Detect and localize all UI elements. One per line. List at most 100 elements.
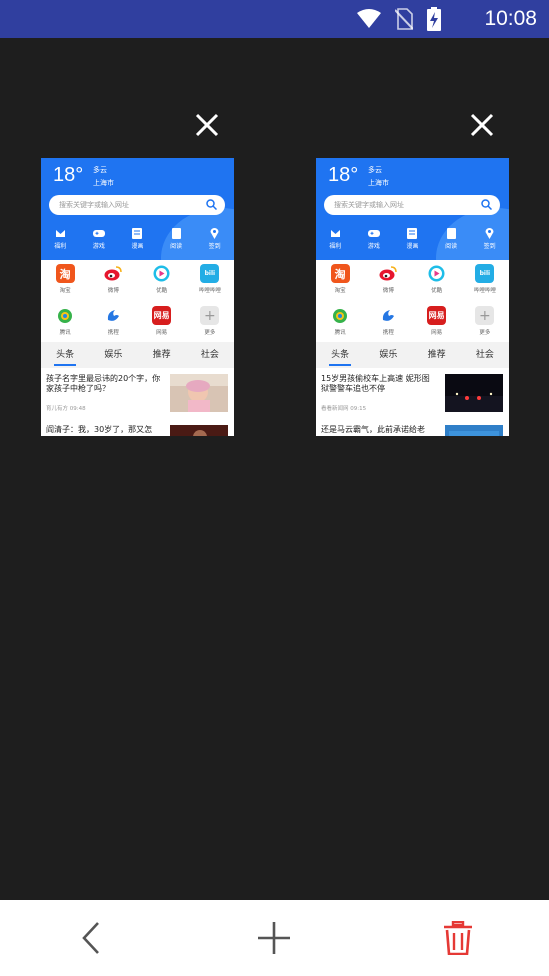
book-icon <box>171 227 181 239</box>
gamepad-icon <box>367 229 380 237</box>
ctrip-icon <box>103 306 123 325</box>
news-thumbnail <box>170 374 228 412</box>
close-icon <box>195 113 219 137</box>
gift-icon <box>330 229 340 237</box>
quick-link-label: 漫画 <box>131 243 144 250</box>
quick-link-label: 漫画 <box>406 243 419 250</box>
app-youku[interactable]: 优酷 <box>413 262 461 300</box>
location-pin-icon <box>485 228 494 239</box>
app-label: 哔哩哔哩 <box>473 288 496 294</box>
delete-all-icon <box>444 921 472 955</box>
no-sim-icon <box>395 8 413 30</box>
news-item[interactable]: 阎清子：我，30岁了，那又怎 <box>41 423 234 436</box>
news-meta: 育儿有方 09:48 <box>46 406 86 412</box>
news-tabs: 头条 娱乐 推荐 社会 <box>316 342 509 368</box>
weather-city: 上海市 <box>93 179 114 187</box>
plus-icon: + <box>200 306 220 325</box>
search-bar[interactable]: 搜索关键字或输入网址 <box>324 195 500 215</box>
quick-link-comics[interactable]: 漫画 <box>397 226 427 254</box>
search-icon <box>481 199 492 210</box>
app-label: 腾讯 <box>59 330 71 336</box>
quick-link-games[interactable]: 游戏 <box>359 226 389 254</box>
quick-link-games[interactable]: 游戏 <box>84 226 114 254</box>
app-netease[interactable]: 网易 网易 <box>138 304 186 342</box>
app-taobao[interactable]: 淘 淘宝 <box>41 262 89 300</box>
youku-icon <box>152 264 172 283</box>
battery-charging-icon <box>427 7 441 31</box>
app-netease[interactable]: 网易 网易 <box>413 304 461 342</box>
app-label: 淘宝 <box>59 288 71 294</box>
quick-link-reading[interactable]: 阅读 <box>436 226 466 254</box>
ctrip-icon <box>378 306 398 325</box>
add-tab-icon <box>258 922 290 954</box>
news-tab[interactable]: 头条 <box>54 342 77 368</box>
back-button[interactable] <box>66 914 116 962</box>
quick-link-label: 游戏 <box>92 243 105 250</box>
news-tab[interactable]: 社会 <box>201 342 219 368</box>
quick-link-welfare[interactable]: 福利 <box>45 226 75 254</box>
news-tab[interactable]: 娱乐 <box>379 342 397 368</box>
app-tencent[interactable]: 腾讯 <box>316 304 364 342</box>
search-placeholder: 搜索关键字或输入网址 <box>59 201 129 209</box>
news-item[interactable]: 15岁男孩偷校车上高速 妮形图 狱警警车追也不停 看看新闻网 09:15 <box>316 372 509 418</box>
app-label: 优酷 <box>431 288 443 294</box>
quick-link-reading[interactable]: 阅读 <box>161 226 191 254</box>
news-tab[interactable]: 头条 <box>329 342 352 368</box>
app-label: 携程 <box>382 330 394 336</box>
tab-card[interactable]: 18° 多云 上海市 搜索关键字或输入网址 福利 游戏 漫画 阅读 签到 淘 淘… <box>41 158 234 436</box>
news-item[interactable]: 孩子名字里最忌讳的20个字，你家孩子中枪了吗？ 育儿有方 09:48 <box>41 372 234 418</box>
app-label: 优酷 <box>156 288 168 294</box>
app-label: 网易 <box>156 330 168 336</box>
search-bar[interactable]: 搜索关键字或输入网址 <box>49 195 225 215</box>
taobao-icon: 淘 <box>330 264 350 283</box>
weather-city: 上海市 <box>368 179 389 187</box>
app-label: 微博 <box>107 288 119 294</box>
bilibili-icon: bili <box>200 264 220 283</box>
quick-link-label: 签到 <box>483 243 496 250</box>
app-more[interactable]: + 更多 <box>186 304 234 342</box>
status-bar: 10:08 <box>0 0 549 38</box>
delete-all-tabs-button[interactable] <box>433 914 483 962</box>
news-tab[interactable]: 推荐 <box>428 342 446 368</box>
news-tab[interactable]: 娱乐 <box>104 342 122 368</box>
status-time: 10:08 <box>484 7 537 30</box>
close-tab-button[interactable] <box>192 110 222 140</box>
app-taobao[interactable]: 淘 淘宝 <box>316 262 364 300</box>
news-thumbnail <box>170 425 228 436</box>
tab-card[interactable]: 18° 多云 上海市 搜索关键字或输入网址 福利 游戏 漫画 阅读 签到 淘 淘… <box>316 158 509 436</box>
weather-temp: 18° <box>53 164 84 186</box>
app-bilibili[interactable]: bili 哔哩哔哩 <box>186 262 234 300</box>
app-label: 更多 <box>204 330 216 336</box>
back-icon <box>82 922 99 954</box>
quick-link-checkin[interactable]: 签到 <box>200 226 230 254</box>
close-tab-button[interactable] <box>467 110 497 140</box>
app-more[interactable]: + 更多 <box>461 304 509 342</box>
app-weibo[interactable]: 微博 <box>89 262 137 300</box>
quick-link-checkin[interactable]: 签到 <box>475 226 505 254</box>
quick-link-welfare[interactable]: 福利 <box>320 226 350 254</box>
news-tab[interactable]: 推荐 <box>153 342 171 368</box>
app-label: 淘宝 <box>334 288 346 294</box>
app-grid: 淘 淘宝 微博 优酷 bili 哔哩哔哩 腾讯 携程 网易 网易 + 更多 <box>316 262 509 342</box>
comic-icon <box>407 227 418 239</box>
quick-link-label: 签到 <box>208 243 221 250</box>
app-tencent[interactable]: 腾讯 <box>41 304 89 342</box>
news-tab[interactable]: 社会 <box>476 342 494 368</box>
app-grid: 淘 淘宝 微博 优酷 bili 哔哩哔哩 腾讯 携程 网易 网易 + 更多 <box>41 262 234 342</box>
news-thumbnail <box>445 425 503 436</box>
quick-link-comics[interactable]: 漫画 <box>122 226 152 254</box>
app-ctrip[interactable]: 携程 <box>89 304 137 342</box>
news-title: 15岁男孩偷校车上高速 妮形图 狱警警车追也不停 <box>321 374 430 393</box>
app-label: 微博 <box>382 288 394 294</box>
app-weibo[interactable]: 微博 <box>364 262 412 300</box>
status-icons <box>357 6 441 32</box>
app-youku[interactable]: 优酷 <box>138 262 186 300</box>
quick-link-label: 福利 <box>329 243 342 250</box>
plus-icon: + <box>475 306 495 325</box>
app-label: 腾讯 <box>334 330 346 336</box>
weibo-icon <box>378 264 398 283</box>
app-bilibili[interactable]: bili 哔哩哔哩 <box>461 262 509 300</box>
add-tab-button[interactable] <box>249 914 299 962</box>
app-ctrip[interactable]: 携程 <box>364 304 412 342</box>
news-item[interactable]: 还是马云霸气，此前承诺给老 <box>316 423 509 436</box>
